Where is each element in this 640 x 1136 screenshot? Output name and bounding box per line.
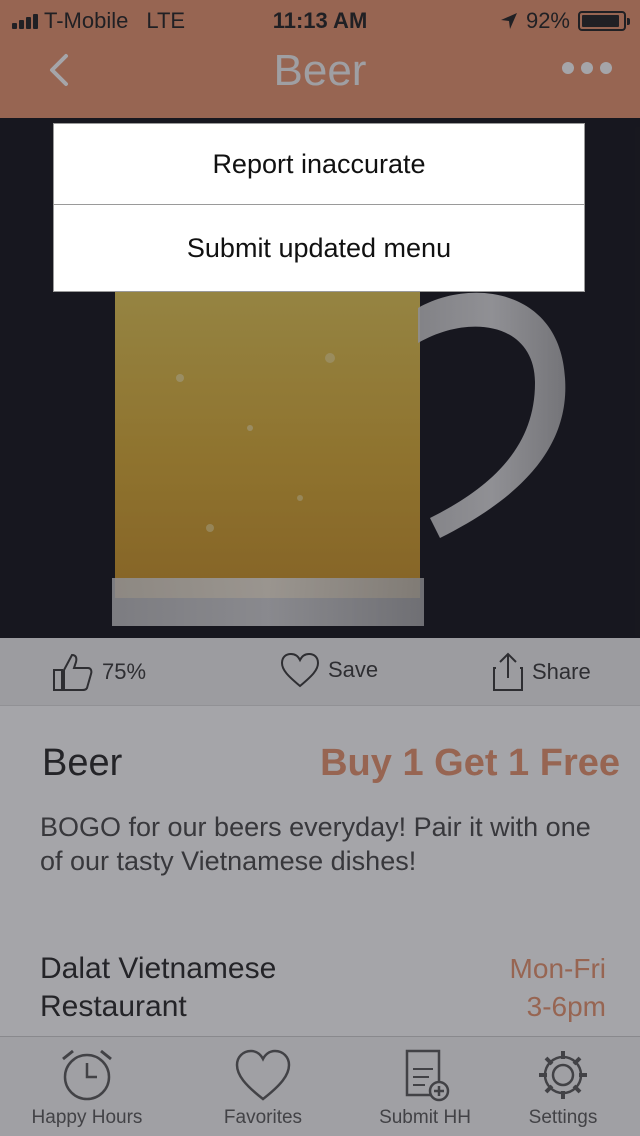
report-inaccurate-option[interactable]: Report inaccurate xyxy=(54,124,584,204)
more-options-menu: Report inaccurate Submit updated menu xyxy=(53,123,585,292)
submit-updated-menu-option[interactable]: Submit updated menu xyxy=(54,204,584,291)
